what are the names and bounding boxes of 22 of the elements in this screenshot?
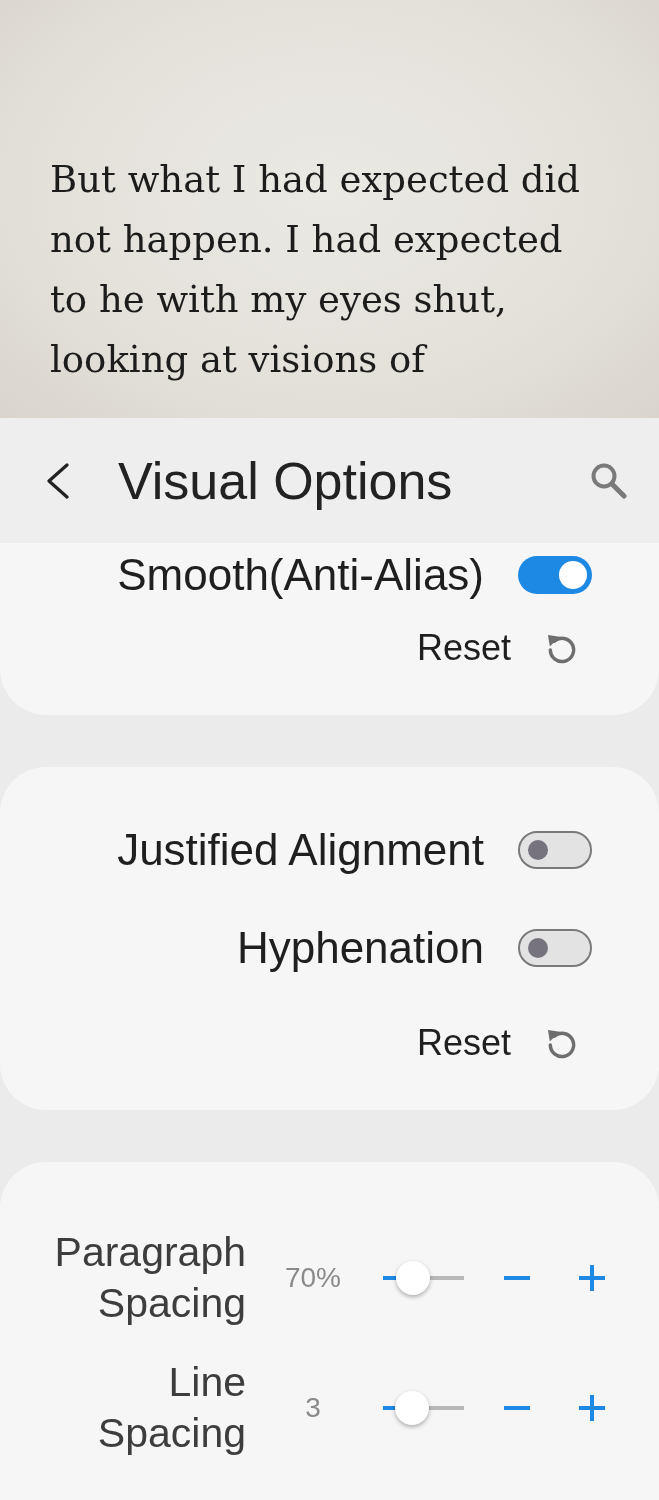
back-icon[interactable] xyxy=(45,462,70,499)
slider-thumb[interactable] xyxy=(395,1261,430,1295)
slider-track[interactable] xyxy=(383,1260,464,1296)
setting-label: Line Spacing xyxy=(96,1358,246,1458)
setting-label: Justified Alignment xyxy=(117,825,484,875)
setting-label: Smooth(Anti-Alias) xyxy=(117,550,484,600)
toggle-switch[interactable] xyxy=(518,929,592,967)
page-title: Visual Options xyxy=(118,450,453,511)
plus-icon[interactable] xyxy=(579,1395,605,1421)
toggle-switch[interactable] xyxy=(518,556,592,594)
toggle-switch[interactable] xyxy=(518,831,592,869)
slider-thumb[interactable] xyxy=(395,1391,430,1425)
reset-button[interactable]: Reset xyxy=(416,618,578,678)
plus-icon[interactable] xyxy=(579,1265,605,1291)
slider-value: 70% xyxy=(283,1262,342,1294)
slider-track[interactable] xyxy=(383,1390,464,1426)
search-icon[interactable] xyxy=(590,462,627,499)
book-text: But what I had expected did not happen. I had expected to he with my eyes shut, looking at visions of xyxy=(50,157,582,383)
slider-value: 3 xyxy=(304,1392,322,1424)
reset-button[interactable]: Reset xyxy=(416,1013,578,1073)
setting-label: Hyphenation xyxy=(236,923,484,973)
setting-label: Paragraph Spacing xyxy=(53,1228,246,1328)
